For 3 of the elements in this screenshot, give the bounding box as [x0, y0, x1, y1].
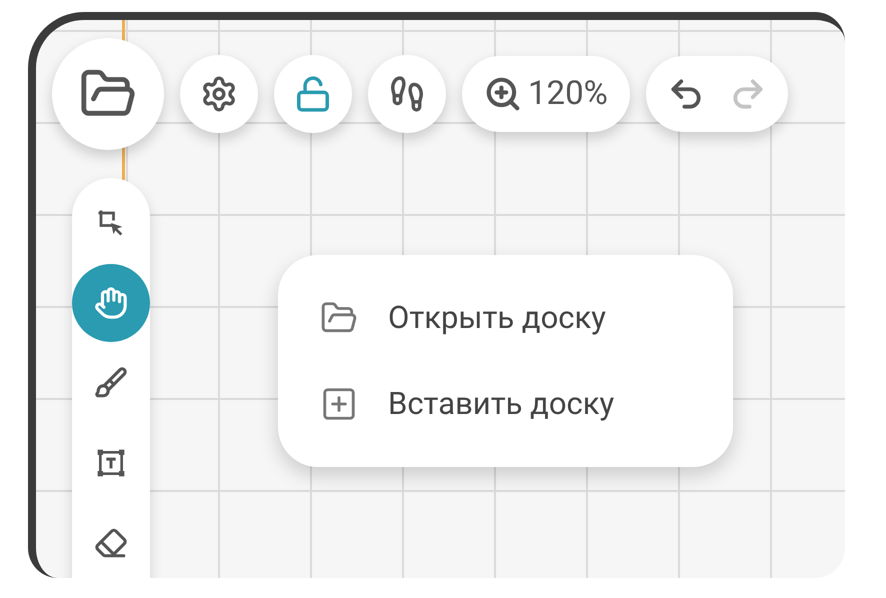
menu-item[interactable]: Вставить доску: [320, 368, 691, 440]
menu-item[interactable]: Открыть доску: [320, 282, 691, 354]
zoom-button[interactable]: 120%: [462, 56, 630, 132]
